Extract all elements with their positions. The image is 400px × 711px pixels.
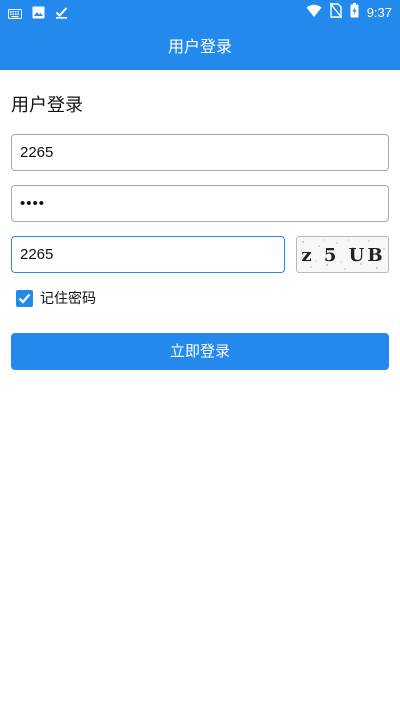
remember-password-label: 记住密码 (40, 291, 96, 307)
checkmark-icon (55, 4, 68, 23)
status-right-icons: 9:37 (306, 2, 392, 22)
wifi-icon (306, 3, 322, 22)
login-screen: 9:37 用户登录 用户登录 2265 •••• 2265 z 5 UB 记住密… (0, 0, 400, 711)
captcha-input[interactable] (11, 236, 285, 273)
login-button[interactable]: 立即登录 (11, 333, 389, 370)
username-input[interactable] (11, 134, 389, 171)
app-bar: 9:37 用户登录 (0, 0, 400, 70)
status-time: 9:37 (366, 4, 392, 20)
remember-password-row[interactable]: 记住密码 (16, 287, 96, 309)
app-bar-title: 用户登录 (167, 37, 232, 56)
check-icon (18, 293, 31, 304)
keyboard-icon (8, 4, 22, 23)
status-left-icons (8, 4, 68, 23)
password-input[interactable] (11, 185, 389, 222)
captcha-code-text: z 5 UB (301, 245, 386, 266)
page-title: 用户登录 (11, 95, 83, 116)
captcha-image[interactable]: z 5 UB (296, 236, 389, 273)
status-bar: 9:37 (0, 0, 400, 24)
battery-charging-icon (350, 3, 359, 22)
no-sim-icon (329, 2, 343, 22)
remember-password-checkbox[interactable] (16, 289, 33, 307)
image-icon (32, 4, 45, 23)
